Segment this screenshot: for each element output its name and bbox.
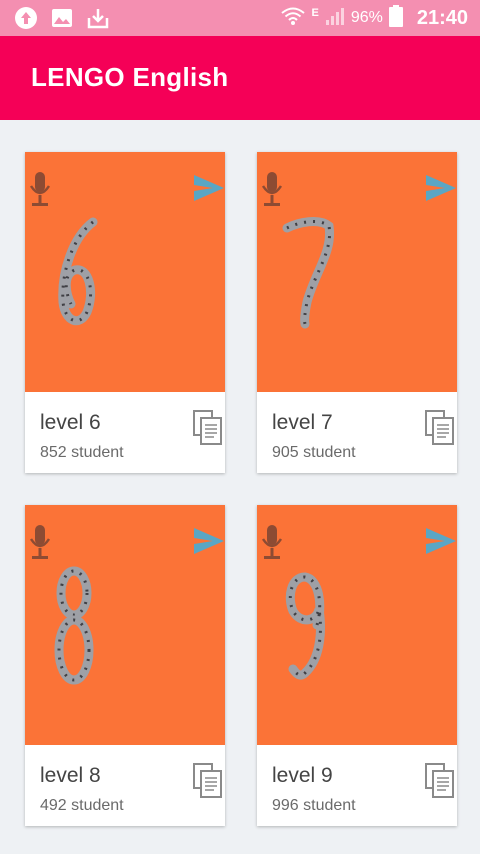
level-image[interactable] [25, 152, 225, 392]
send-icon[interactable] [193, 525, 225, 557]
microphone-icon[interactable] [28, 170, 52, 210]
app-title: LENGO English [31, 62, 229, 92]
image-icon [50, 6, 74, 30]
upload-icon [14, 6, 38, 30]
level-info: level 7 905 student [257, 392, 457, 473]
signal-icon [325, 6, 345, 31]
battery-icon [388, 4, 403, 32]
level-info: level 8 492 student [25, 745, 225, 826]
level-title: level 7 [272, 411, 333, 434]
send-icon[interactable] [193, 172, 225, 204]
level-card-8[interactable]: level 8 492 student [25, 505, 225, 826]
level-card-6[interactable]: level 6 852 student [25, 152, 225, 473]
student-count: 996 student [272, 797, 356, 814]
level-info: level 9 996 student [257, 745, 457, 826]
status-bar: E 96% 21:40 [0, 0, 480, 36]
level-image[interactable] [257, 505, 457, 745]
level-card-7[interactable]: level 7 905 student [257, 152, 457, 473]
copy-icon[interactable] [425, 763, 455, 799]
level-title: level 6 [40, 411, 101, 434]
network-type-label: E [311, 7, 319, 19]
level-image[interactable] [25, 505, 225, 745]
copy-icon[interactable] [193, 410, 223, 446]
level-title: level 8 [40, 764, 101, 787]
send-icon[interactable] [425, 525, 457, 557]
app-bar: LENGO English [0, 36, 480, 120]
level-title: level 9 [272, 764, 333, 787]
student-count: 492 student [40, 797, 124, 814]
level-grid: level 6 852 student level 7 905 student … [0, 120, 480, 854]
battery-percent: 96% [350, 9, 383, 26]
microphone-icon[interactable] [28, 523, 52, 563]
microphone-icon[interactable] [260, 523, 284, 563]
student-count: 905 student [272, 444, 356, 461]
wifi-icon [281, 6, 306, 31]
level-info: level 6 852 student [25, 392, 225, 473]
student-count: 852 student [40, 444, 124, 461]
copy-icon[interactable] [425, 410, 455, 446]
level-image[interactable] [257, 152, 457, 392]
status-system-icons: E 96% 21:40 [281, 0, 468, 36]
copy-icon[interactable] [193, 763, 223, 799]
microphone-icon[interactable] [260, 170, 284, 210]
send-icon[interactable] [425, 172, 457, 204]
status-time: 21:40 [416, 6, 468, 29]
status-notification-icons [14, 6, 110, 30]
level-card-9[interactable]: level 9 996 student [257, 505, 457, 826]
download-icon [86, 6, 110, 30]
